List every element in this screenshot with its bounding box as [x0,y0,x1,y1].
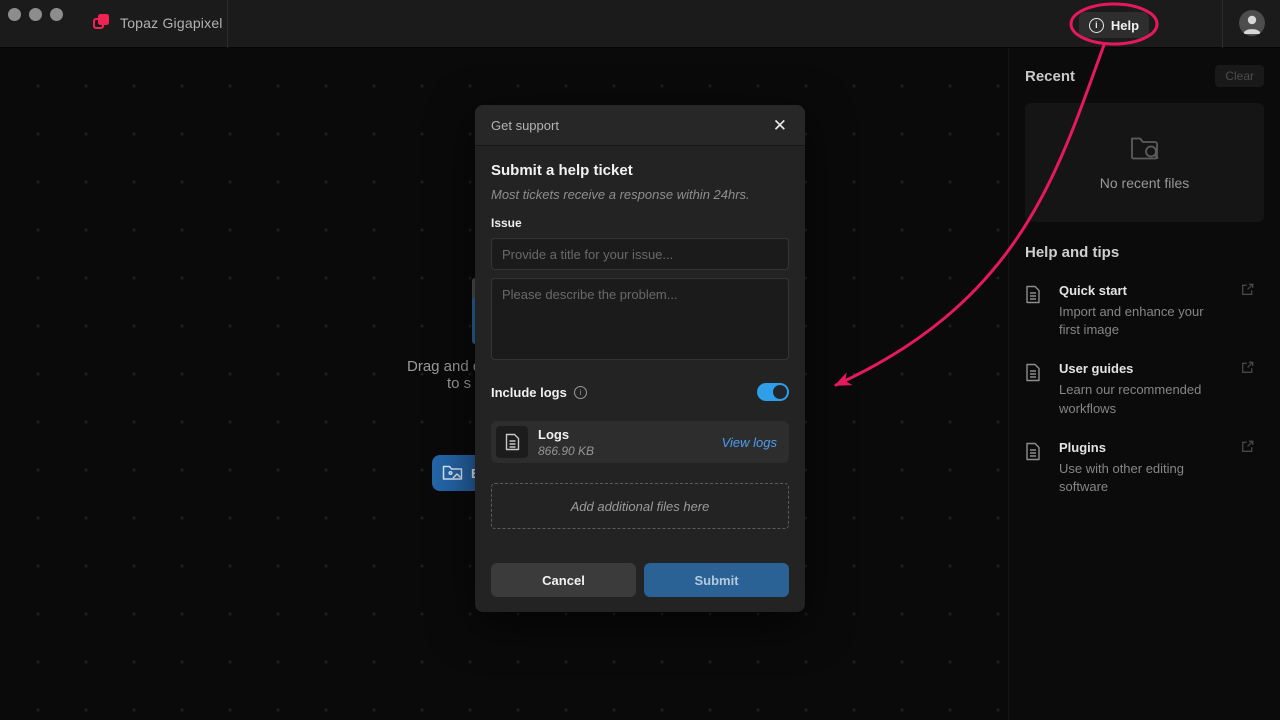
help-button-label: Help [1111,18,1139,33]
help-button[interactable]: i Help [1079,12,1149,38]
modal-body: Submit a help ticket Most tickets receiv… [475,146,805,613]
recent-section-title: Recent [1025,68,1075,85]
sidebar-item-quick-start[interactable]: Quick start Import and enhance your firs… [1025,283,1264,339]
info-icon: i [574,386,587,399]
no-recent-files-text: No recent files [1100,175,1189,191]
tip-title: User guides [1059,361,1215,376]
window-zoom-icon[interactable] [50,8,63,21]
document-icon [1025,363,1043,417]
external-link-icon [1241,283,1254,299]
image-icon [442,463,463,484]
issue-description-input[interactable] [491,278,789,360]
submit-button[interactable]: Submit [644,563,789,597]
tip-title: Quick start [1059,283,1215,298]
app-brand: Topaz Gigapixel [92,12,223,34]
topbar-divider [1222,0,1223,48]
modal-header: Get support ✕ [475,105,805,146]
modal-footer: Cancel Submit [491,563,789,597]
topbar-divider [227,0,228,48]
include-logs-toggle[interactable] [757,383,789,401]
recent-empty-panel: No recent files [1025,103,1264,222]
help-tips-section-title: Help and tips [1025,244,1264,261]
window-minimize-icon[interactable] [29,8,42,21]
app-title: Topaz Gigapixel [120,15,223,31]
include-logs-row: Include logs i [491,383,789,401]
external-link-icon [1241,440,1254,456]
log-file-name: Logs [538,427,594,442]
ticket-subheading: Most tickets receive a response within 2… [491,187,789,202]
tip-description: Learn our recommended workflows [1059,381,1215,417]
window-controls [8,8,63,21]
cancel-button[interactable]: Cancel [491,563,636,597]
close-icon[interactable]: ✕ [771,115,789,136]
drop-instruction-text: to s [447,375,471,392]
issue-label: Issue [491,216,789,230]
tip-description: Import and enhance your first image [1059,303,1215,339]
log-file-icon [496,426,528,458]
view-logs-link[interactable]: View logs [722,435,777,450]
log-file-size: 866.90 KB [538,444,594,458]
tip-title: Plugins [1059,440,1215,455]
document-icon [1025,285,1043,339]
topbar: Topaz Gigapixel i Help [0,0,1280,48]
drop-instruction-text: Drag and d [407,358,481,375]
tip-description: Use with other editing software [1059,460,1215,496]
sidebar-item-user-guides[interactable]: User guides Learn our recommended workfl… [1025,361,1264,417]
user-avatar-icon[interactable] [1239,10,1265,36]
info-icon: i [1089,18,1104,33]
folder-search-icon [1129,134,1161,165]
sidebar: Recent Clear No recent files Help and ti… [1008,48,1280,720]
sidebar-item-plugins[interactable]: Plugins Use with other editing software [1025,440,1264,496]
external-link-icon [1241,361,1254,377]
modal-title: Get support [491,118,559,133]
clear-recent-button[interactable]: Clear [1215,65,1264,87]
issue-title-input[interactable] [491,238,789,270]
logs-file-row: Logs 866.90 KB View logs [491,421,789,463]
toggle-knob [773,385,787,399]
ticket-heading: Submit a help ticket [491,162,789,179]
additional-files-dropzone[interactable]: Add additional files here [491,483,789,529]
topaz-logo-icon [92,12,111,34]
get-support-modal: Get support ✕ Submit a help ticket Most … [475,105,805,612]
document-icon [1025,442,1043,496]
window-close-icon[interactable] [8,8,21,21]
include-logs-label: Include logs [491,385,567,400]
